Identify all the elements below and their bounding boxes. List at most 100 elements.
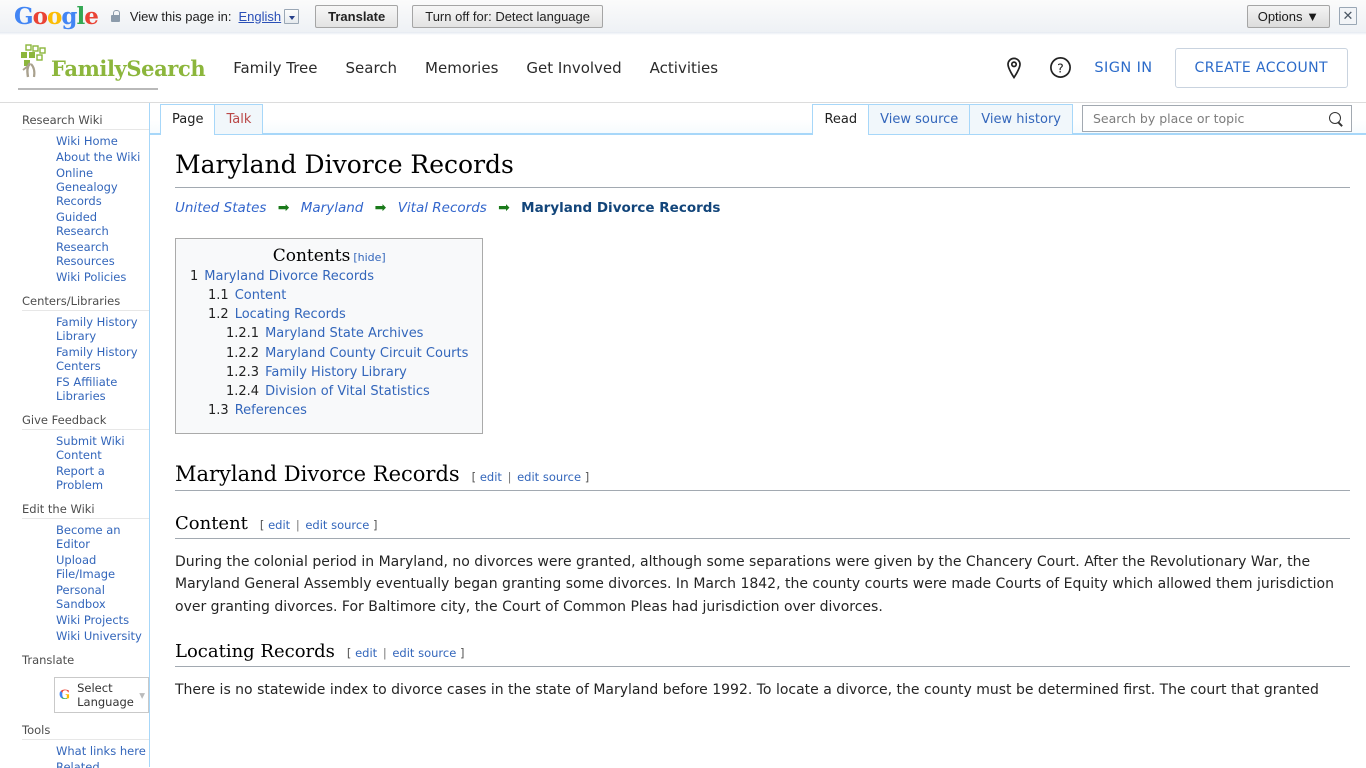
edit-link[interactable]: edit (268, 518, 290, 532)
toc-entry[interactable]: 1.2 Locating Records (190, 307, 468, 323)
toc-entry-link[interactable]: Division of Vital Statistics (265, 384, 430, 399)
sidebar-link[interactable]: Guided Research (56, 210, 109, 238)
translate-button[interactable]: Translate (315, 4, 399, 28)
tab-bar-spacer (262, 103, 813, 134)
create-account-button[interactable]: CREATE ACCOUNT (1174, 47, 1348, 88)
toc-entry-link[interactable]: Content (235, 288, 287, 303)
sidebar-link[interactable]: Wiki University (56, 629, 142, 643)
search-icon[interactable] (1329, 111, 1343, 126)
nav-item-family-tree[interactable]: Family Tree (233, 59, 317, 77)
sidebar-item-wiki-policies[interactable]: Wiki Policies (56, 270, 149, 284)
sidebar-heading: Give Feedback (22, 413, 107, 428)
breadcrumb-item-vital-records[interactable]: Vital Records (398, 200, 487, 216)
select-language-widget[interactable]: G Select Language ▾ (54, 677, 149, 714)
section-heading-content: Content [ edit | edit source ] (175, 513, 1350, 539)
tab-view-history[interactable]: View history (969, 104, 1073, 134)
sidebar-link[interactable]: Upload File/Image (56, 553, 115, 581)
close-icon[interactable]: ✕ (1339, 7, 1357, 25)
sidebar-item-wiki-projects[interactable]: Wiki Projects (56, 613, 149, 627)
toc-entry-link[interactable]: Locating Records (235, 307, 346, 322)
sidebar-link[interactable]: FS Affiliate Libraries (56, 375, 117, 403)
map-pin-icon[interactable] (1002, 56, 1026, 80)
sidebar-link[interactable]: Family History Centers (56, 345, 138, 373)
toc-entry[interactable]: 1.2.2 Maryland County Circuit Courts (190, 346, 468, 362)
toc-entry-link[interactable]: References (235, 403, 307, 418)
toc-entry-link[interactable]: Maryland County Circuit Courts (265, 346, 468, 361)
sidebar-item-online-genealogy-records[interactable]: Online Genealogy Records (56, 166, 149, 208)
sidebar-item-what-links-here[interactable]: What links here (56, 744, 149, 758)
toc-title: Contents [hide] (190, 246, 468, 266)
breadcrumb-item-united-states[interactable]: United States (175, 200, 266, 216)
sidebar-item-family-history-centers[interactable]: Family History Centers (56, 345, 149, 373)
section-heading-maryland-divorce-records: Maryland Divorce Records [ edit | edit s… (175, 462, 1350, 491)
sidebar-link[interactable]: About the Wiki (56, 150, 140, 164)
turn-off-translate-button[interactable]: Turn off for: Detect language (412, 4, 604, 28)
sidebar-item-family-history-library[interactable]: Family History Library (56, 315, 149, 343)
chevron-down-icon[interactable]: ▾ (139, 688, 145, 702)
search-input[interactable] (1091, 110, 1325, 127)
translate-options-button[interactable]: Options ▼ (1246, 4, 1330, 28)
tab-view-source[interactable]: View source (868, 104, 971, 134)
toc-entry-number: 1.3 (208, 403, 229, 419)
nav-item-get-involved[interactable]: Get Involved (526, 59, 621, 77)
sidebar-item-personal-sandbox[interactable]: Personal Sandbox (56, 583, 149, 611)
sidebar-item-wiki-home[interactable]: Wiki Home (56, 134, 149, 148)
sidebar-item-report-a-problem[interactable]: Report a Problem (56, 464, 149, 492)
edit-source-link[interactable]: edit source (392, 646, 456, 660)
sidebar-link[interactable]: Related changes (56, 760, 104, 768)
nav-item-search[interactable]: Search (346, 59, 398, 77)
sidebar-link[interactable]: Family History Library (56, 315, 138, 343)
language-selector[interactable]: English (239, 8, 300, 24)
sidebar-link[interactable]: Online Genealogy Records (56, 166, 118, 208)
breadcrumb-item-maryland[interactable]: Maryland (301, 200, 364, 216)
lock-icon (110, 9, 121, 23)
toc-entry[interactable]: 1.2.3 Family History Library (190, 365, 468, 381)
sidebar-item-about-the-wiki[interactable]: About the Wiki (56, 150, 149, 164)
edit-link[interactable]: edit (480, 470, 502, 484)
sidebar-item-wiki-university[interactable]: Wiki University (56, 629, 149, 643)
sidebar-link[interactable]: Research Resources (56, 240, 115, 268)
familysearch-logo[interactable]: FamilySearch (18, 43, 206, 90)
language-selector-label[interactable]: English (239, 9, 282, 24)
tab-read[interactable]: Read (812, 104, 870, 135)
sign-in-link[interactable]: SIGN IN (1094, 60, 1152, 76)
sidebar-item-submit-wiki-content[interactable]: Submit Wiki Content (56, 434, 149, 462)
nav-item-activities[interactable]: Activities (650, 59, 718, 77)
toc-entry-link[interactable]: Maryland State Archives (265, 326, 423, 341)
paragraph-content: During the colonial period in Maryland, … (175, 553, 1334, 615)
toc-entry-link[interactable]: Family History Library (265, 365, 407, 380)
sidebar-link[interactable]: Personal Sandbox (56, 583, 106, 611)
sidebar-link[interactable]: Report a Problem (56, 464, 105, 492)
tab-page[interactable]: Page (160, 104, 216, 135)
toc-entry[interactable]: 1.3 References (190, 403, 468, 419)
sidebar-link[interactable]: Wiki Projects (56, 613, 129, 627)
question-circle-icon[interactable]: ? (1048, 56, 1072, 80)
chevron-down-icon[interactable] (284, 8, 300, 24)
toc-entry-number: 1 (190, 268, 199, 284)
sidebar-link[interactable]: Submit Wiki Content (56, 434, 125, 462)
sidebar-link[interactable]: Become an Editor (56, 523, 121, 551)
toc-entry[interactable]: 1.2.1 Maryland State Archives (190, 326, 468, 342)
sidebar-item-research-resources[interactable]: Research Resources (56, 240, 149, 268)
sidebar-heading: Tools (22, 723, 51, 738)
toc-entry[interactable]: 1.1 Content (190, 288, 468, 304)
sidebar-link[interactable]: Wiki Home (56, 134, 118, 148)
edit-link[interactable]: edit (355, 646, 377, 660)
toc-entry-link[interactable]: Maryland Divorce Records (204, 269, 374, 284)
edit-links-separator: | (382, 645, 387, 660)
tab-talk[interactable]: Talk (214, 104, 264, 134)
toc-entry[interactable]: 1.2.4 Division of Vital Statistics (190, 384, 468, 400)
search-box[interactable] (1082, 105, 1352, 132)
sidebar-item-fs-affiliate-libraries[interactable]: FS Affiliate Libraries (56, 375, 149, 403)
sidebar-item-related-changes[interactable]: Related changes (56, 760, 149, 768)
sidebar-link[interactable]: Wiki Policies (56, 270, 126, 284)
toc-entry[interactable]: 1 Maryland Divorce Records (190, 269, 468, 285)
edit-source-link[interactable]: edit source (517, 470, 581, 484)
sidebar-item-become-an-editor[interactable]: Become an Editor (56, 523, 149, 551)
sidebar-item-upload-file-image[interactable]: Upload File/Image (56, 553, 149, 581)
nav-item-memories[interactable]: Memories (425, 59, 498, 77)
toc-hide-toggle[interactable]: [hide] (353, 251, 385, 264)
sidebar-item-guided-research[interactable]: Guided Research (56, 210, 149, 238)
sidebar-link[interactable]: What links here (56, 744, 146, 758)
edit-source-link[interactable]: edit source (305, 518, 369, 532)
